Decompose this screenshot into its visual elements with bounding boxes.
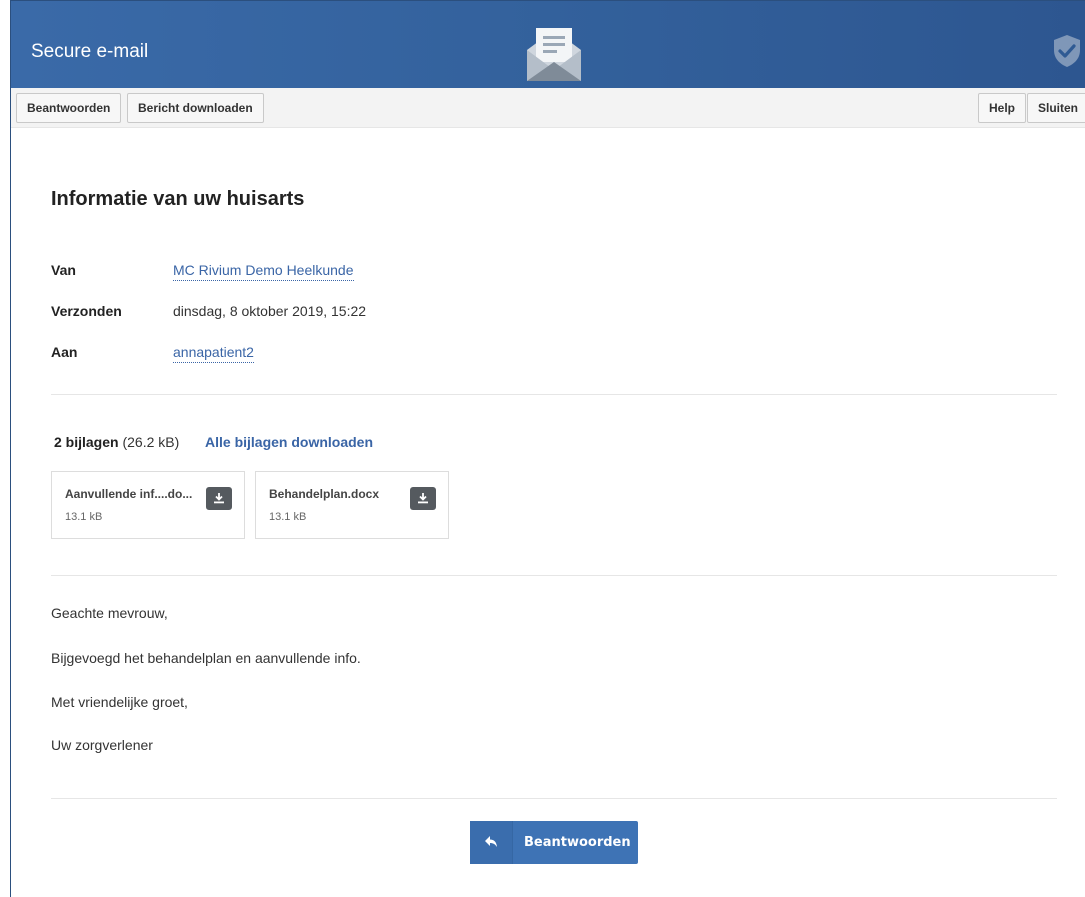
attachment-total-size: (26.2 kB) [122,434,180,450]
download-icon[interactable] [206,487,232,510]
app-title: Secure e-mail [31,41,149,62]
message-subject: Informatie van uw huisarts [51,188,305,210]
from-link[interactable]: MC Rivium Demo Heelkunde [173,262,354,281]
sent-value: dinsdag, 8 oktober 2019, 15:22 [173,303,367,319]
body-closing: Met vriendelijke groet, [51,694,188,710]
attachment-count: 2 bijlagen (26.2 kB) [54,434,179,450]
body-text: Bijgevoegd het behandelplan en aanvullen… [51,650,361,666]
toolbar: Beantwoorden Bericht downloaden Help Slu… [11,88,1085,128]
sent-label: Verzonden [51,303,122,319]
divider [51,798,1057,799]
reply-toolbar-button[interactable]: Beantwoorden [16,93,122,123]
reply-button-label: Beantwoorden [524,835,631,850]
attachment-card[interactable]: Aanvullende inf....do... 13.1 kB [51,471,245,539]
to-label: Aan [51,344,78,360]
divider [51,394,1057,395]
attachment-card[interactable]: Behandelplan.docx 13.1 kB [255,471,449,539]
from-label: Van [51,262,76,278]
help-button[interactable]: Help [978,93,1027,123]
envelope-open-icon [527,28,581,81]
attachment-count-label: 2 bijlagen [54,434,119,450]
reply-arrow-icon [470,821,513,864]
body-greeting: Geachte mevrouw, [51,605,168,621]
close-button[interactable]: Sluiten [1027,93,1085,123]
body-signature: Uw zorgverlener [51,737,153,753]
attachment-size: 13.1 kB [65,511,103,523]
download-all-link[interactable]: Alle bijlagen downloaden [205,434,373,450]
download-message-button[interactable]: Bericht downloaden [127,93,264,123]
app-header: Secure e-mail [11,1,1085,88]
to-link[interactable]: annapatient2 [173,344,254,363]
attachment-name: Aanvullende inf....do... [65,487,193,501]
attachment-name: Behandelplan.docx [269,487,380,501]
shield-check-icon [1054,35,1080,67]
download-icon[interactable] [410,487,436,510]
reply-button[interactable]: Beantwoorden [470,821,638,864]
divider [51,575,1057,576]
attachment-size: 13.1 kB [269,511,307,523]
